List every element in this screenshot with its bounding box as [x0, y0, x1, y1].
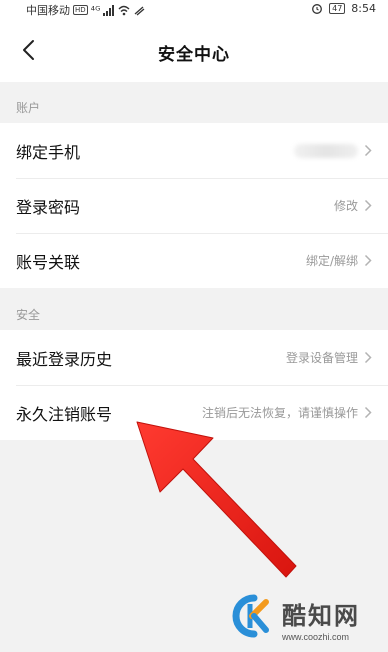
row-value: 登录设备管理	[285, 351, 358, 365]
chevron-right-icon	[364, 144, 372, 157]
row-bind-phone[interactable]: 绑定手机	[0, 123, 388, 178]
clock-time: 8:54	[351, 2, 376, 15]
section-header-account: 账户	[16, 101, 41, 115]
row-label: 永久注销账号	[16, 404, 113, 424]
phone-number-blurred	[294, 143, 358, 158]
row-right: 注销后无法恢复，请谨慎操作	[202, 404, 372, 421]
account-group: 绑定手机 登录密码 修改 账号关联 绑定/解绑	[0, 123, 388, 288]
section-header-security: 安全	[16, 308, 41, 322]
watermark-url: www.coozhi.com	[282, 632, 350, 642]
row-login-history[interactable]: 最近登录历史 登录设备管理	[0, 330, 388, 385]
chevron-right-icon	[364, 406, 372, 419]
battery-icon: 47	[329, 3, 346, 14]
status-right: 47 8:54	[311, 2, 376, 15]
alarm-icon	[312, 4, 323, 14]
row-value: 注销后无法恢复，请谨慎操作	[201, 406, 358, 420]
row-label: 登录密码	[16, 197, 81, 217]
status-bar: 中国移动 HD ⁴ᴳ 47 8:54	[0, 0, 388, 18]
status-left: 中国移动 HD ⁴ᴳ	[26, 2, 145, 18]
row-login-password[interactable]: 登录密码 修改	[0, 178, 388, 233]
row-label: 最近登录历史	[16, 349, 113, 369]
row-delete-account[interactable]: 永久注销账号 注销后无法恢复，请谨慎操作	[0, 385, 388, 440]
carrier-label: 中国移动	[26, 4, 70, 17]
signal-icon: ⁴ᴳ	[90, 3, 101, 17]
row-right: 登录设备管理	[286, 349, 372, 366]
chevron-right-icon	[364, 199, 372, 212]
security-group: 最近登录历史 登录设备管理 永久注销账号 注销后无法恢复，请谨慎操作	[0, 330, 388, 440]
chevron-right-icon	[364, 351, 372, 364]
watermark-text: 酷知网	[282, 602, 360, 630]
row-account-link[interactable]: 账号关联 绑定/解绑	[0, 233, 388, 288]
row-right	[294, 143, 372, 158]
row-value: 修改	[333, 199, 358, 213]
row-right: 修改	[334, 197, 372, 214]
row-value: 绑定/解绑	[305, 254, 358, 268]
row-right: 绑定/解绑	[306, 252, 372, 269]
row-label: 账号关联	[16, 252, 81, 272]
coozhi-logo-icon	[232, 594, 269, 638]
hd-badge: HD	[73, 5, 88, 15]
signal-bars-icon	[103, 4, 115, 16]
page-title: 安全中心	[158, 45, 230, 65]
nfc-icon	[135, 6, 145, 15]
annotation-arrow-icon	[136, 421, 297, 578]
row-label: 绑定手机	[16, 142, 81, 162]
chevron-right-icon	[364, 254, 372, 267]
watermark: 酷知网 www.coozhi.com	[228, 588, 388, 652]
nav-header: 安全中心	[0, 18, 388, 82]
wifi-icon	[118, 5, 130, 15]
